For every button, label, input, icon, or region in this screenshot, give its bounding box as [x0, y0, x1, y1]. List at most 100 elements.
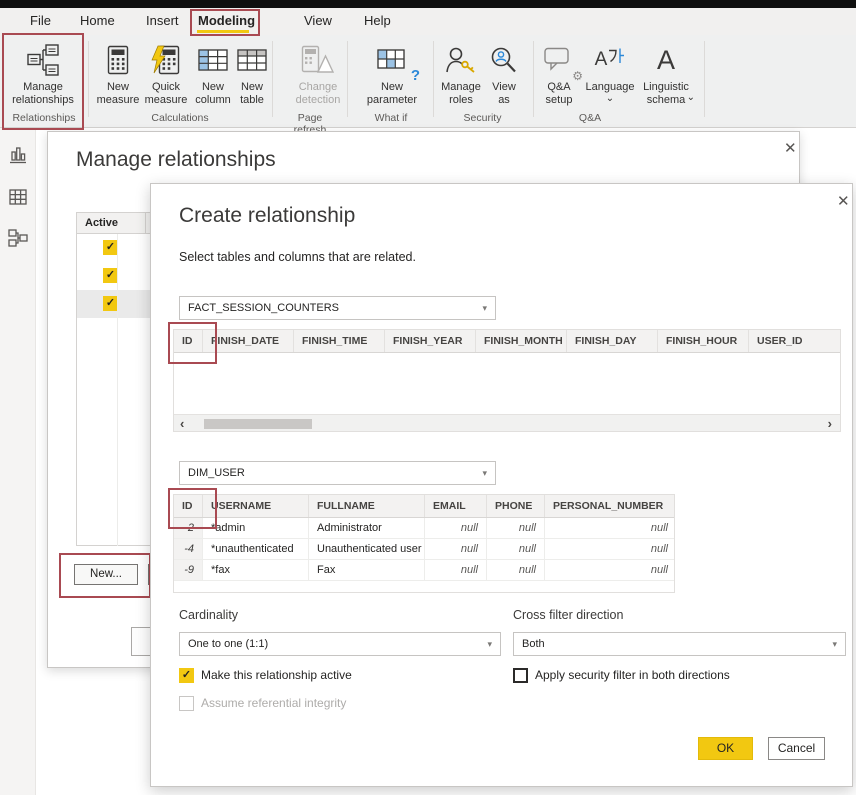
new-table-icon — [234, 39, 270, 81]
dim-table-preview: ID USERNAME FULLNAME EMAIL PHONE PERSONA… — [173, 494, 675, 593]
create-relationship-dialog: ✕ Create relationship Select tables and … — [150, 183, 853, 787]
relationship-row-selected[interactable]: ✓ — [77, 290, 151, 318]
new-parameter-button[interactable]: ? New parameter — [362, 39, 422, 113]
cell-phone: null — [487, 560, 545, 580]
linguistic-schema-label: Linguistic schema — [638, 81, 694, 107]
cross-filter-label: Cross filter direction — [513, 608, 623, 622]
active-checkbox[interactable]: ✓ — [103, 240, 118, 255]
referential-integrity-checkbox — [179, 696, 194, 711]
new-table-label: New table — [234, 81, 270, 107]
change-detection-label: Change detection — [292, 81, 344, 107]
dropdown-arrow-icon: ▾ — [482, 297, 487, 319]
dropdown-arrow-icon: ▾ — [487, 633, 492, 655]
dim-header-cell[interactable]: USERNAME — [203, 495, 309, 517]
gear-icon: ⚙ — [572, 69, 583, 83]
manage-dialog-title: Manage relationships — [76, 148, 276, 172]
ribbon-separator — [272, 41, 273, 117]
new-column-icon — [192, 39, 234, 81]
manage-roles-button[interactable]: Manage roles — [438, 39, 484, 113]
ribbon-separator — [88, 41, 89, 117]
new-parameter-icon: ? — [362, 39, 422, 81]
cardinality-dropdown[interactable]: One to one (1:1) ▾ — [179, 632, 501, 656]
dim-table-row[interactable]: -2 *admin Administrator null null null — [174, 518, 674, 539]
question-mark-glyph: ? — [411, 67, 420, 84]
dim-header-cell[interactable]: FULLNAME — [309, 495, 425, 517]
linguistic-schema-icon: A — [638, 39, 694, 81]
manage-roles-label: Manage roles — [438, 81, 484, 107]
scroll-left-icon[interactable]: ‹ — [180, 415, 184, 432]
cell-email: null — [425, 560, 487, 580]
tab-file[interactable]: File — [30, 8, 51, 34]
new-measure-button[interactable]: New measure — [96, 39, 140, 113]
manage-dialog-close-icon[interactable]: ✕ — [784, 141, 797, 156]
make-active-checkbox[interactable]: ✓ — [179, 668, 194, 683]
group-label-calculations: Calculations — [120, 112, 240, 126]
dropdown-arrow-icon: ▾ — [482, 462, 487, 484]
cell-id: -9 — [174, 560, 203, 580]
group-label-page-refresh: Page refresh — [280, 112, 340, 126]
ribbon-separator — [433, 41, 434, 117]
new-table-button[interactable]: New table — [234, 39, 270, 113]
qa-setup-button[interactable]: ⚙ Q&A setup — [538, 39, 580, 113]
fact-header-cell[interactable]: FINISH_MONTH — [476, 330, 567, 352]
tab-home[interactable]: Home — [80, 8, 115, 34]
cell-username: *fax — [203, 560, 309, 580]
model-view-icon[interactable] — [8, 228, 28, 248]
create-dialog-title: Create relationship — [179, 204, 355, 228]
dropdown-arrow-icon: ▾ — [832, 633, 837, 655]
dim-table-row[interactable]: -9 *fax Fax null null null — [174, 560, 674, 581]
cross-filter-dropdown[interactable]: Both ▾ — [513, 632, 846, 656]
fact-header-cell[interactable]: FINISH_HOUR — [658, 330, 749, 352]
security-filter-checkbox[interactable] — [513, 668, 528, 683]
fact-header-cell[interactable]: USER_ID — [749, 330, 841, 352]
linguistic-schema-button[interactable]: A Linguistic schema ⌄ — [638, 39, 694, 113]
qa-setup-icon: ⚙ — [538, 39, 580, 81]
dim-table-selector[interactable]: DIM_USER ▾ — [179, 461, 496, 485]
fact-header-cell[interactable]: FINISH_DAY — [567, 330, 658, 352]
fact-table-selector[interactable]: FACT_SESSION_COUNTERS ▾ — [179, 296, 496, 320]
data-view-icon[interactable] — [8, 187, 28, 207]
relationship-list-body: ✓ ✓ ✓ — [76, 234, 152, 546]
active-checkbox[interactable]: ✓ — [103, 296, 118, 311]
new-parameter-label: New parameter — [362, 81, 422, 107]
quick-measure-button[interactable]: Quick measure — [142, 39, 190, 113]
view-as-label: View as — [486, 81, 522, 107]
fact-table-selector-value: FACT_SESSION_COUNTERS — [188, 297, 339, 319]
fact-table-preview: ID FINISH_DATE FINISH_TIME FINISH_YEAR F… — [173, 329, 841, 432]
tab-view[interactable]: View — [304, 8, 332, 34]
cell-username: *unauthenticated — [203, 539, 309, 559]
fact-header-cell[interactable]: FINISH_YEAR — [385, 330, 476, 352]
ribbon-separator — [704, 41, 705, 117]
ok-button[interactable]: OK — [698, 737, 753, 760]
relationship-list-header: Active — [76, 212, 152, 234]
ribbon-separator — [347, 41, 348, 117]
new-measure-icon — [96, 39, 140, 81]
create-dialog-close-icon[interactable]: ✕ — [837, 194, 850, 209]
report-view-icon[interactable] — [8, 145, 28, 165]
dim-header-cell[interactable]: EMAIL — [425, 495, 487, 517]
relationship-row[interactable]: ✓ — [77, 234, 151, 262]
language-icon: A — [584, 39, 636, 81]
annotation-box-manage-relationships — [2, 33, 84, 130]
scrollbar-thumb[interactable] — [204, 419, 312, 429]
dim-header-cell[interactable]: PHONE — [487, 495, 545, 517]
make-active-label: Make this relationship active — [201, 668, 352, 683]
annotation-box-fact-id-column — [168, 322, 217, 364]
cell-email: null — [425, 539, 487, 559]
fact-header-cell[interactable]: FINISH_TIME — [294, 330, 385, 352]
dim-table-row[interactable]: -4 *unauthenticated Unauthenticated user… — [174, 539, 674, 560]
fact-table-horizontal-scrollbar[interactable]: ‹ › — [174, 414, 840, 432]
scroll-right-icon[interactable]: › — [828, 415, 832, 432]
cancel-button[interactable]: Cancel — [768, 737, 825, 760]
active-checkbox[interactable]: ✓ — [103, 268, 118, 283]
relationship-row[interactable]: ✓ — [77, 262, 151, 290]
dim-table-header-row: ID USERNAME FULLNAME EMAIL PHONE PERSONA… — [174, 495, 674, 518]
view-as-button[interactable]: View as — [486, 39, 522, 113]
new-column-button[interactable]: New column — [192, 39, 234, 113]
dim-header-cell[interactable]: PERSONAL_NUMBER — [545, 495, 675, 517]
cell-username: *admin — [203, 518, 309, 538]
tab-insert[interactable]: Insert — [146, 8, 179, 34]
tab-help[interactable]: Help — [364, 8, 391, 34]
language-button[interactable]: A Language ⌄ — [584, 39, 636, 113]
cell-personal-number: null — [545, 539, 675, 559]
